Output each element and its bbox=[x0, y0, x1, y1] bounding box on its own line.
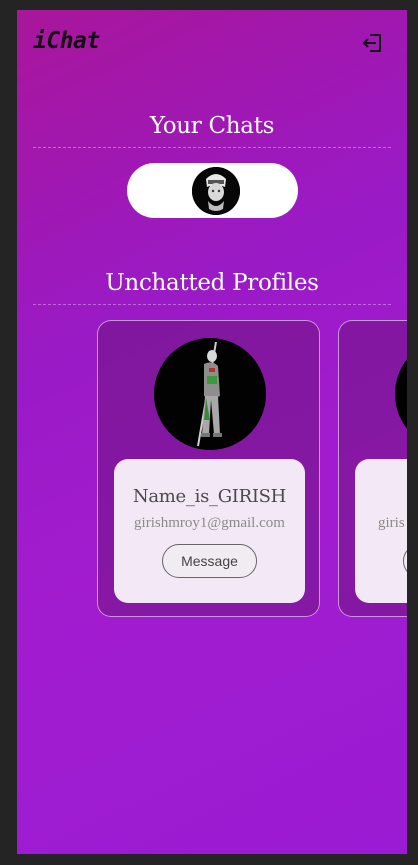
unchatted-profiles-title: Unchatted Profiles bbox=[33, 270, 391, 305]
avatar bbox=[192, 167, 240, 215]
avatar bbox=[395, 338, 407, 450]
profile-card: Name_is_GIRISH girishmroy1@gmail.com Mes… bbox=[97, 320, 320, 617]
your-chats-title: Your Chats bbox=[33, 113, 391, 148]
avatar bbox=[154, 338, 266, 450]
message-button[interactable]: Message bbox=[162, 544, 257, 578]
profile-card: giris bbox=[338, 320, 407, 617]
brand-logo: iChat bbox=[33, 28, 100, 54]
profile-email: girishmroy1@gmail.com bbox=[134, 515, 285, 531]
profile-info-panel: Name_is_GIRISH girishmroy1@gmail.com Mes… bbox=[114, 459, 305, 603]
profile-email: giris bbox=[378, 515, 405, 531]
app-screen: iChat Your Chats Unchatted Profiles Name… bbox=[17, 10, 407, 854]
profile-name: Name_is_GIRISH bbox=[132, 486, 287, 507]
chat-item[interactable] bbox=[127, 163, 298, 218]
message-button[interactable] bbox=[403, 544, 407, 578]
profile-info-panel: giris bbox=[355, 459, 407, 603]
logout-icon[interactable] bbox=[361, 31, 385, 55]
